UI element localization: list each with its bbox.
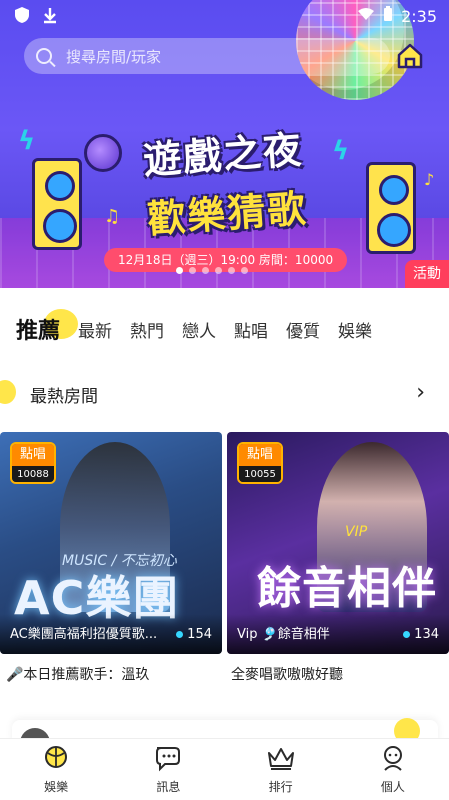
- right-speaker-graphic: [366, 162, 416, 254]
- search-icon: [36, 48, 52, 64]
- music-note-icon: ♪: [424, 170, 435, 189]
- left-speaker-graphic: [32, 158, 82, 250]
- badge-label: 點唱: [239, 444, 281, 466]
- pagination-dot: [176, 267, 183, 274]
- room-art-title: 餘音相伴: [257, 563, 437, 614]
- room-card[interactable]: VIP 餘音相伴 點唱 10055 Vip 🎐餘音相伴 134: [227, 432, 449, 654]
- banner-title: 遊戲之夜 歡樂猜歌: [116, 109, 335, 253]
- nav-item-messages[interactable]: 訊息: [112, 739, 224, 800]
- room-listener-count: 134: [403, 627, 439, 642]
- nav-label: 娛樂: [44, 780, 69, 794]
- lightning-icon: ϟ: [332, 136, 350, 166]
- online-dot-icon: [403, 631, 411, 638]
- room-badge: 點唱 10055: [237, 442, 283, 484]
- category-tabs: 推薦 最新 熱門 戀人 點唱 優質 娛樂: [0, 306, 449, 352]
- nav-item-entertainment[interactable]: 娛樂: [0, 739, 112, 800]
- banner-title-line2: 歡樂猜歌: [145, 186, 309, 242]
- nav-item-ranking[interactable]: 排行: [225, 739, 337, 800]
- tab-2[interactable]: 熱門: [130, 317, 164, 342]
- nav-label: 個人: [380, 780, 405, 794]
- status-bar: 2:35: [0, 0, 449, 32]
- music-note-icon: ♫: [104, 206, 121, 227]
- pagination-dot: [241, 267, 248, 274]
- wifi-icon: [357, 7, 375, 25]
- home-icon[interactable]: [396, 42, 424, 70]
- tab-0[interactable]: 推薦: [16, 309, 79, 345]
- room-art-subtitle: VIP: [345, 524, 368, 540]
- room-card[interactable]: MUSIC / 不忘初心 AC樂團 點唱 10088 AC樂團高福利招優質歌..…: [0, 432, 222, 654]
- chevron-right-icon[interactable]: ›: [416, 380, 425, 405]
- banner-title-line1: 遊戲之夜: [141, 127, 305, 183]
- room-caption: 🎤本日推薦歌手：溫玖: [6, 667, 150, 683]
- search-input[interactable]: 搜尋房間/玩家: [24, 38, 390, 74]
- room-count-value: 154: [187, 627, 212, 642]
- room-count-value: 134: [414, 627, 439, 642]
- room-listener-count: 154: [176, 627, 212, 642]
- online-dot-icon: [176, 631, 184, 638]
- yellow-accent-decoration: [0, 380, 16, 404]
- nav-item-profile[interactable]: 個人: [337, 739, 449, 800]
- pagination-dot: [215, 267, 222, 274]
- pagination-dot: [202, 267, 209, 274]
- tab-3[interactable]: 戀人: [182, 317, 216, 342]
- crown-icon: [266, 744, 296, 776]
- banner-pagination: [176, 267, 248, 274]
- badge-label: 點唱: [12, 444, 54, 466]
- activity-tag[interactable]: 活動: [405, 260, 449, 288]
- clock: 2:35: [401, 6, 437, 26]
- tab-1[interactable]: 最新: [78, 317, 112, 342]
- badge-room-id: 10055: [239, 466, 281, 482]
- section-title: 最熱房間: [30, 387, 98, 407]
- profile-icon: [378, 744, 408, 776]
- tab-4[interactable]: 點唱: [234, 317, 268, 342]
- battery-icon: [383, 6, 393, 26]
- room-name: AC樂團高福利招優質歌...: [10, 627, 158, 642]
- badge-room-id: 10088: [12, 466, 54, 482]
- tab-5[interactable]: 優質: [286, 317, 320, 342]
- pagination-dot: [228, 267, 235, 274]
- room-badge: 點唱 10088: [10, 442, 56, 484]
- nav-label: 訊息: [156, 780, 181, 794]
- hot-rooms-header[interactable]: 最熱房間 ›: [0, 372, 449, 412]
- download-icon: [42, 6, 58, 28]
- nav-label: 排行: [268, 780, 293, 794]
- room-caption: 全麥唱歌嗷嗷好聽: [231, 667, 343, 683]
- room-name: Vip 🎐餘音相伴: [237, 627, 330, 642]
- shield-icon: [14, 6, 30, 28]
- ball-icon: [41, 744, 71, 776]
- lightning-icon: ϟ: [18, 126, 36, 156]
- pagination-dot: [189, 267, 196, 274]
- bottom-navigation: 娛樂 訊息 排行 個人: [0, 738, 449, 800]
- chat-icon: [153, 744, 183, 776]
- search-placeholder: 搜尋房間/玩家: [66, 47, 162, 66]
- tab-6[interactable]: 娛樂: [338, 317, 372, 342]
